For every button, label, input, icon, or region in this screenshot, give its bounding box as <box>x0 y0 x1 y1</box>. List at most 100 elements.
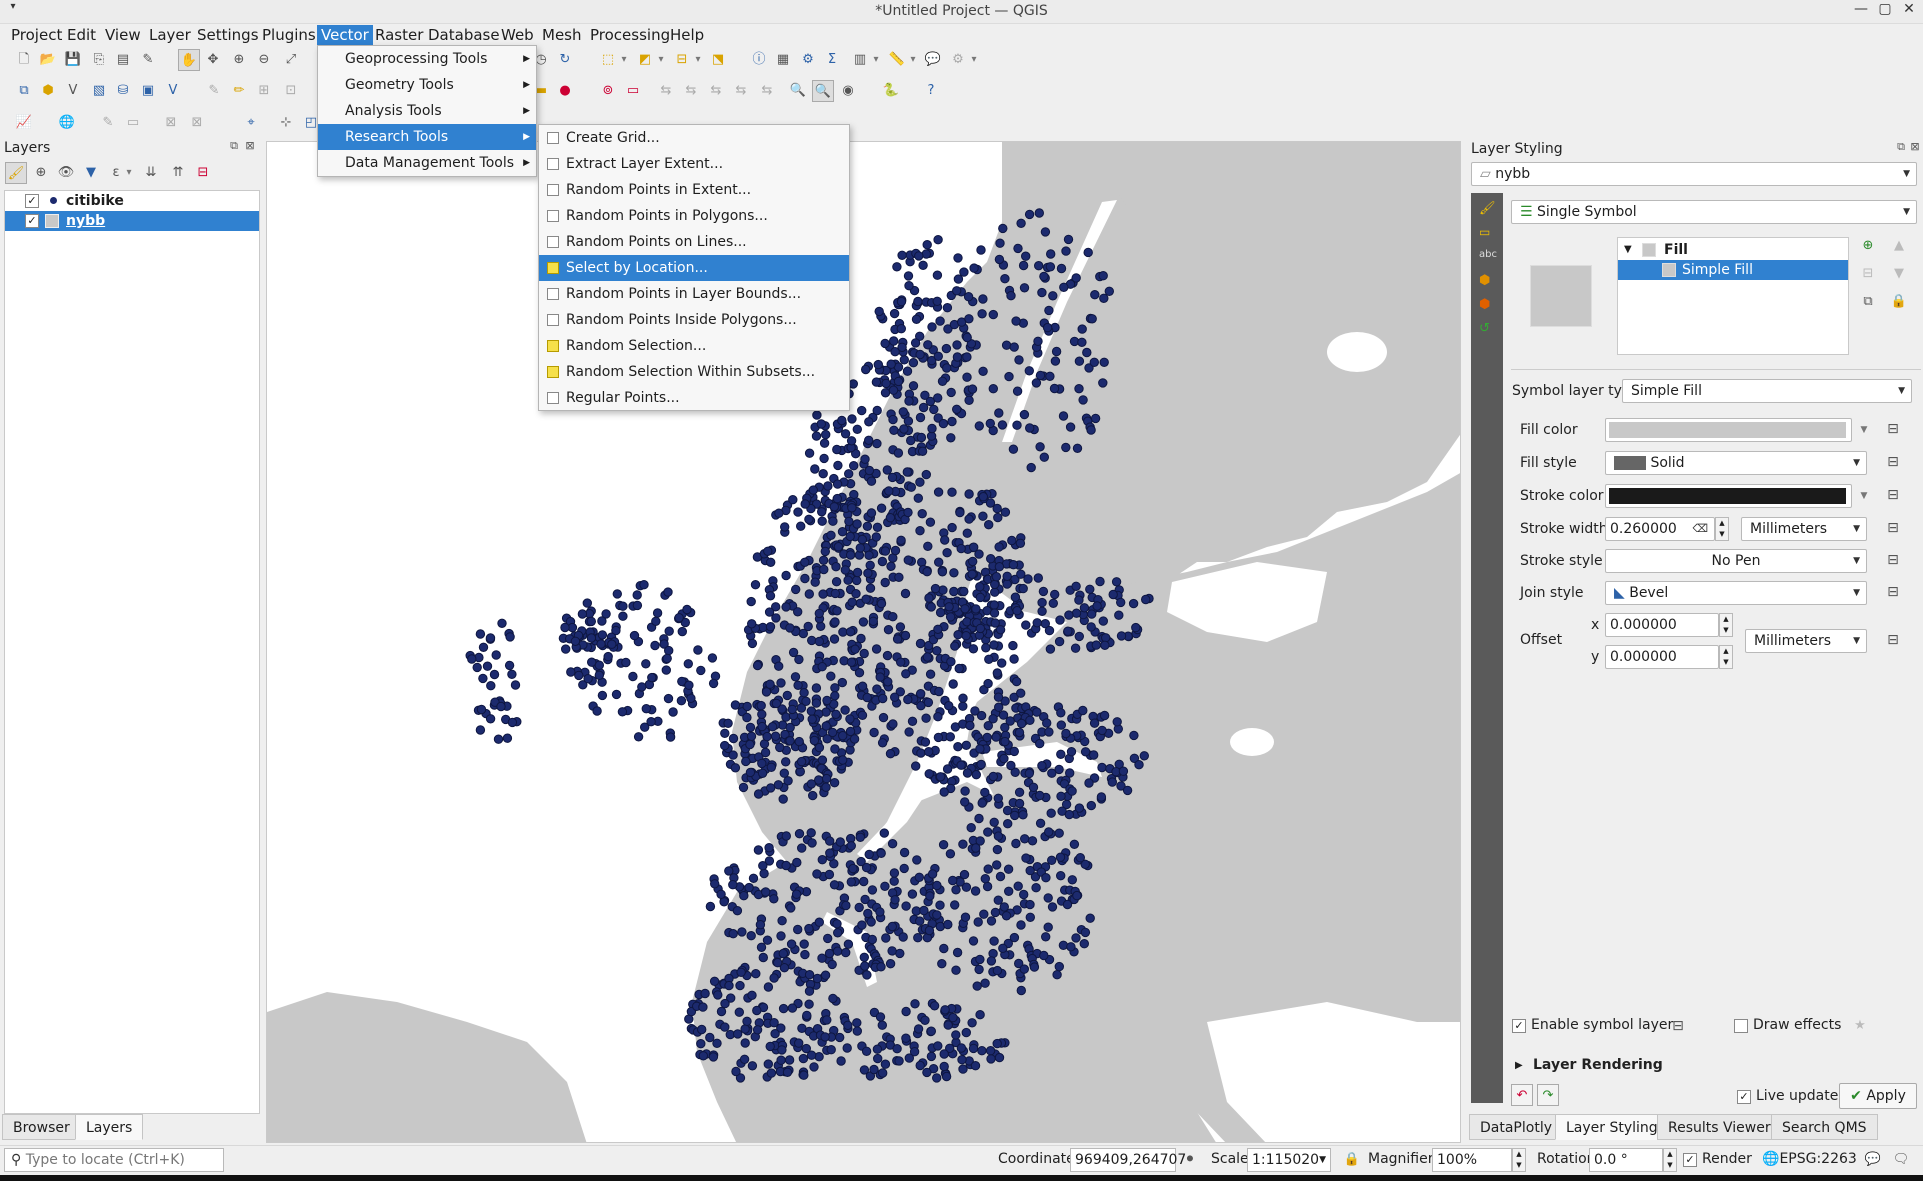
tab-layer-styling[interactable]: Layer Styling <box>1555 1114 1669 1140</box>
menu-raster[interactable]: Raster <box>371 25 427 45</box>
data-defined-override-icon[interactable]: ⊟ <box>1882 518 1904 538</box>
menu-item-research-tools[interactable]: Research Tools ▶ <box>318 124 536 150</box>
offset-unit-selector[interactable]: Millimeters ▼ <box>1745 629 1867 653</box>
add-virtual-icon[interactable]: V <box>162 80 184 102</box>
digitize-icon[interactable]: ⊡ <box>280 80 302 102</box>
fill-style-selector[interactable]: Solid ▼ <box>1605 451 1867 475</box>
help-contents-icon[interactable]: ? <box>920 80 942 102</box>
save-as-icon[interactable]: ⎘ <box>88 49 110 71</box>
add-raster-icon[interactable]: ▧ <box>88 80 110 102</box>
menu-item-data-management-tools[interactable]: Data Management Tools ▶ <box>318 150 536 176</box>
menu-help[interactable]: Help <box>666 25 708 45</box>
stroke-color-dropdown-icon[interactable]: ▼ <box>1853 485 1875 507</box>
new-project-icon[interactable]: 🗋 <box>13 49 35 71</box>
identify-icon[interactable]: ⓘ <box>748 49 770 71</box>
advanced-digitize-icon[interactable]: ⌖ <box>240 112 262 134</box>
move-up-icon[interactable]: ▲ <box>1888 235 1910 257</box>
toggle-editing-icon[interactable]: ✏ <box>228 80 250 102</box>
labels-icon[interactable]: ▭ <box>1479 225 1490 239</box>
refresh-icon[interactable]: ↻ <box>554 49 576 71</box>
menu-item-random-points-polygons[interactable]: Random Points in Polygons... <box>539 203 849 229</box>
menu-web[interactable]: Web <box>497 25 538 45</box>
lock-icon[interactable]: 🔒 <box>1888 291 1910 313</box>
digitize-shape-icon[interactable]: ✎ <box>97 112 119 134</box>
layer-selector[interactable]: ▱ nybb ▼ <box>1471 162 1917 186</box>
deselect-dropdown-icon[interactable]: ▾ <box>687 49 709 71</box>
stroke-width-spinner[interactable]: ▲ ▼ <box>1715 517 1729 541</box>
checkbox-checked[interactable]: ✓ <box>1737 1090 1751 1104</box>
close-button[interactable]: ✕ <box>1898 1 1920 21</box>
data-defined-override-icon[interactable]: ⊟ <box>1882 550 1904 570</box>
join-style-selector[interactable]: ◣ Bevel ▼ <box>1605 581 1867 605</box>
label-props-icon[interactable]: ⇆ <box>730 80 752 102</box>
measure-dropdown-icon[interactable]: ▾ <box>902 49 924 71</box>
undock-icon[interactable]: ⧉ <box>226 138 242 154</box>
pan-icon[interactable]: ✋ <box>178 49 200 71</box>
collapse-arrow-icon[interactable]: ▶ <box>1515 1060 1523 1071</box>
search-layer-icon[interactable]: 🔍 <box>787 80 809 102</box>
settings-icon[interactable]: ⚙ <box>797 49 819 71</box>
menu-project[interactable]: Project <box>7 25 66 45</box>
layer-row-nybb[interactable]: ✓ nybb <box>5 211 259 231</box>
table-dropdown-icon[interactable]: ▾ <box>865 49 887 71</box>
menu-vector[interactable]: Vector <box>317 25 373 45</box>
new-geopackage-icon[interactable]: ⬢ <box>37 80 59 102</box>
close-panel-icon[interactable]: ⊠ <box>1907 139 1923 155</box>
symbology-icon[interactable]: 🖌 <box>1479 201 1496 216</box>
show-labels-icon[interactable]: ⇆ <box>756 80 778 102</box>
zoom-out-icon[interactable]: ⊖ <box>253 49 275 71</box>
render-checkbox[interactable]: ✓ <box>1683 1153 1697 1167</box>
toggle-search-icon[interactable]: ◉ <box>837 80 859 102</box>
search-active-icon[interactable]: 🔍 <box>812 80 834 102</box>
annotation-icon[interactable]: 💬 <box>922 49 944 71</box>
symbol-tree-root[interactable]: ▼ Fill <box>1618 240 1848 260</box>
hide-label-icon[interactable]: ▭ <box>622 80 644 102</box>
select-value-dropdown-icon[interactable]: ▾ <box>650 49 672 71</box>
messages-icon[interactable]: 💬 <box>1862 1149 1884 1171</box>
plot-icon[interactable]: 📈 <box>13 112 35 134</box>
tab-layers[interactable]: Layers <box>75 1114 144 1140</box>
remove-symbol-layer-icon[interactable]: ⊟ <box>1857 263 1879 285</box>
diagram-icon[interactable]: ⬢ <box>1479 297 1490 312</box>
offset-y-input[interactable]: 0.000000 <box>1605 645 1719 669</box>
menu-layer[interactable]: Layer <box>145 25 195 45</box>
tab-search-qms[interactable]: Search QMS <box>1771 1114 1878 1140</box>
add-db-icon[interactable]: ⛁ <box>112 80 134 102</box>
minimize-button[interactable]: — <box>1850 1 1872 21</box>
data-defined-override-icon[interactable]: ⊟ <box>1882 582 1904 602</box>
history-icon[interactable]: ↺ <box>1479 321 1490 336</box>
style-manager-icon[interactable]: ✎ <box>137 49 159 71</box>
offset-x-input[interactable]: 0.000000 <box>1605 613 1719 637</box>
clear-icon[interactable]: ⌫ <box>1692 518 1708 540</box>
data-defined-override-icon[interactable]: ⊟ <box>1882 485 1904 505</box>
menu-item-random-points-layer-bounds[interactable]: Random Points in Layer Bounds... <box>539 281 849 307</box>
add-ring-icon[interactable]: ▭ <box>122 112 144 134</box>
menu-view[interactable]: View <box>101 25 145 45</box>
data-defined-override-icon[interactable]: ⊟ <box>1667 1016 1689 1036</box>
move-down-icon[interactable]: ▼ <box>1888 263 1910 285</box>
open-data-source-icon[interactable]: ⧉ <box>13 80 35 102</box>
duplicate-layer-icon[interactable]: ⧉ <box>1857 291 1879 313</box>
tab-dataplotly[interactable]: DataPlotly <box>1469 1114 1563 1140</box>
add-vector-icon[interactable]: V <box>62 80 84 102</box>
close-panel-icon[interactable]: ⊠ <box>242 138 258 154</box>
python-icon[interactable]: 🐍 <box>880 80 902 102</box>
crs-button[interactable]: 🌐EPSG:2263 <box>1762 1151 1857 1167</box>
layer-row-citibike[interactable]: ✓ citibike <box>5 191 259 211</box>
menu-item-analysis-tools[interactable]: Analysis Tools ▶ <box>318 98 536 124</box>
change-label-icon[interactable]: ⇆ <box>705 80 727 102</box>
lock-scale-icon[interactable]: 🔒 <box>1341 1149 1363 1171</box>
redo-icon[interactable]: ↷ <box>1537 1084 1559 1106</box>
layer-rendering-label[interactable]: Layer Rendering <box>1533 1057 1663 1073</box>
menu-item-regular-points[interactable]: Regular Points... <box>539 385 849 411</box>
magnifier-spinner[interactable]: ▲ ▼ <box>1512 1148 1526 1172</box>
menu-settings[interactable]: Settings <box>193 25 263 45</box>
zoom-in-icon[interactable]: ⊕ <box>228 49 250 71</box>
menu-database[interactable]: Database <box>424 25 504 45</box>
map-canvas[interactable] <box>266 141 1461 1143</box>
expand-all-icon[interactable]: ⇊ <box>140 162 162 184</box>
pin-label-icon[interactable]: ⊚ <box>597 80 619 102</box>
menu-item-extract-layer-extent[interactable]: Extract Layer Extent... <box>539 151 849 177</box>
select-dropdown-icon[interactable]: ▾ <box>613 49 635 71</box>
open-project-icon[interactable]: 📂 <box>37 49 59 71</box>
